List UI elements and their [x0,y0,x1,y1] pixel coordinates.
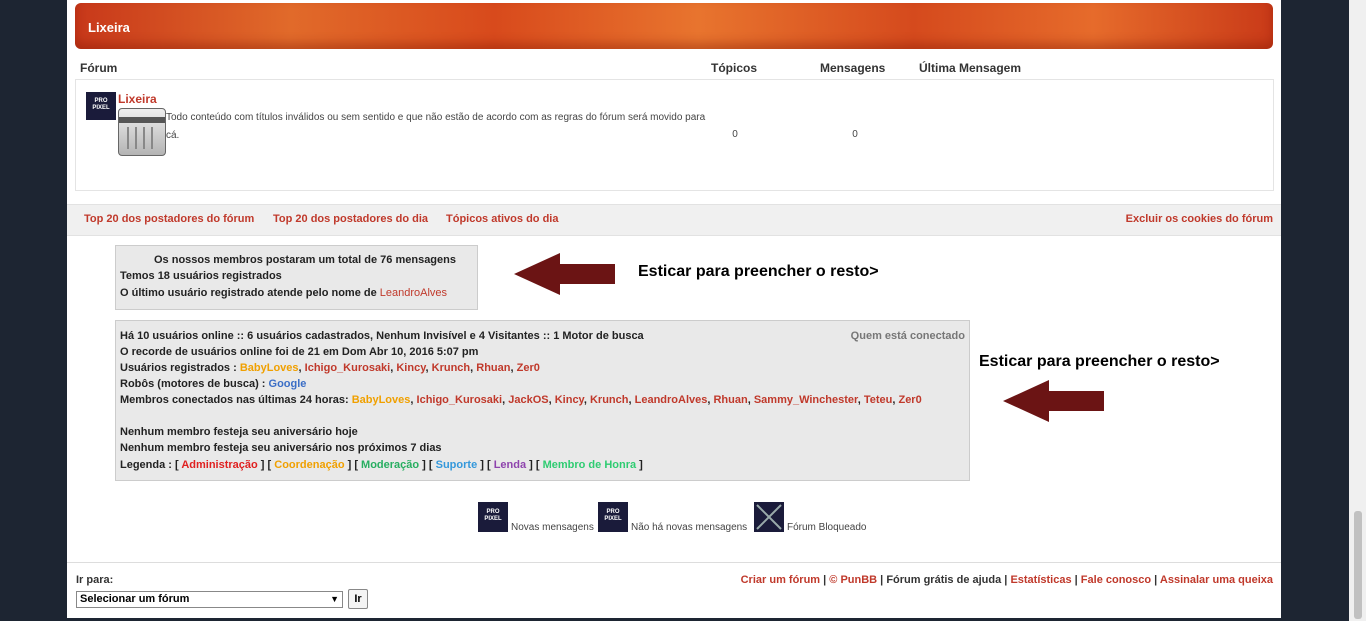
col-header-forum: Fórum [80,61,118,75]
col-header-last-message: Última Mensagem [919,61,1022,75]
free-forum-help: Fórum grátis de ajuda [886,574,1002,586]
statistics-link[interactable]: Estatísticas [1010,574,1071,586]
footer: Ir para: Selecionar um fórum ▼ Ir Criar u… [67,562,1281,618]
locked-forum-icon [754,502,784,532]
forum-icons-legend: PRO PIXEL Novas mensagens PRO PIXEL Não há… [477,502,897,534]
top20-day-link[interactable]: Top 20 dos postadores do dia [273,213,428,225]
user-link[interactable]: Ichigo_Kurosaki [305,362,391,374]
forum-select[interactable]: Selecionar um fórum ▼ [76,591,343,608]
user-link[interactable]: Sammy_Winchester [754,394,858,406]
new-messages-label: Novas mensagens [511,522,594,533]
stats-last-user: O último usuário registrado atende pelo … [120,287,447,299]
user-link[interactable]: JackOS [508,394,548,406]
user-link[interactable]: BabyLoves [240,362,299,374]
forum-select-value: Selecionar um fórum [80,593,190,605]
user-link[interactable]: Krunch [590,394,629,406]
user-link[interactable]: Zer0 [898,394,921,406]
online-record: O recorde de usuários online foi de 21 e… [120,346,479,358]
forum-link-lixeira[interactable]: Lixeira [118,92,157,106]
left-arrow-icon [1003,380,1104,422]
contact-link[interactable]: Fale conosco [1081,574,1151,586]
forum-topics-count: 0 [732,129,738,140]
bots-line: Robôs (motores de busca) : Google [120,378,306,390]
user-link[interactable]: BabyLoves [352,394,411,406]
scrollbar[interactable] [1349,0,1366,621]
annotation-stretch-2: Esticar para preencher o resto> [979,353,1220,370]
jump-label: Ir para: [76,574,114,586]
stats-last-user-label: O último usuário registrado atende pelo … [120,287,380,299]
user-link[interactable]: LeandroAlves [635,394,708,406]
legend-admin[interactable]: Administração [181,459,257,471]
legend-support[interactable]: Suporte [436,459,478,471]
stats-registered-users: Temos 18 usuários registrados [120,270,282,282]
col-header-messages: Mensagens [820,61,886,75]
user-link[interactable]: Zer0 [517,362,540,374]
go-button[interactable]: Ir [348,589,368,609]
bots-label: Robôs (motores de busca) : [120,378,269,390]
locked-forum-label: Fórum Bloqueado [787,522,867,533]
who-is-online-box: Há 10 usuários online :: 6 usuários cada… [115,320,970,481]
footer-links: Criar um fórum | © PunBB | Fórum grátis … [740,574,1273,586]
propixel-icon: PRO PIXEL [86,92,116,120]
no-new-messages-icon: PRO PIXEL [598,502,628,532]
punbb-link[interactable]: © PunBB [829,574,877,586]
legend-coordination[interactable]: Coordenação [274,459,344,471]
new-messages-icon: PRO PIXEL [478,502,508,532]
top20-link[interactable]: Top 20 dos postadores do fórum [84,213,254,225]
user-link[interactable]: Ichigo_Kurosaki [417,394,503,406]
stats-total-messages: Os nossos membros postaram um total de 7… [154,254,456,266]
legend-honor-member[interactable]: Membro de Honra [543,459,637,471]
forum-page: Lixeira Fórum Tópicos Mensagens Última M… [67,0,1281,618]
user-link[interactable]: Krunch [432,362,471,374]
registered-online-line: Usuários registrados : BabyLoves, Ichigo… [120,362,540,374]
user-link[interactable]: Rhuan [713,394,747,406]
left-arrow-icon [514,253,615,295]
last-user-link[interactable]: LeandroAlves [380,287,447,299]
annotation-stretch-1: Esticar para preencher o resto> [638,263,879,280]
category-title: Lixeira [88,20,130,35]
no-new-messages-label: Não há novas mensagens [631,522,748,533]
col-header-topics: Tópicos [711,61,758,75]
registered-label: Usuários registrados : [120,362,240,374]
last24-line: Membros conectados nas últimas 24 horas:… [120,394,922,406]
user-link[interactable]: Kincy [555,394,584,406]
birthday-today: Nenhum membro festeja seu aniversário ho… [120,426,358,438]
user-link[interactable]: Kincy [396,362,425,374]
legend-line: Legenda : [ Administração ] [ Coordenaçã… [120,459,643,471]
category-header: Lixeira [75,3,1273,49]
legend-moderation[interactable]: Moderação [361,459,419,471]
user-link[interactable]: Rhuan [476,362,510,374]
forum-description: Todo conteúdo com títulos inválidos ou s… [166,112,706,141]
who-is-online-link[interactable]: Quem está conectado [851,330,965,342]
legend-legend[interactable]: Lenda [494,459,526,471]
report-complaint-link[interactable]: Assinalar uma queixa [1160,574,1273,586]
active-topics-link[interactable]: Tópicos ativos do dia [446,213,558,225]
delete-cookies-link[interactable]: Excluir os cookies do fórum [1126,213,1273,225]
chevron-down-icon: ▼ [330,594,339,604]
user-link[interactable]: Teteu [864,394,893,406]
link-bar: Top 20 dos postadores do fórum Top 20 do… [67,204,1281,236]
last24-label: Membros conectados nas últimas 24 horas: [120,394,352,406]
birthday-week: Nenhum membro festeja seu aniversário no… [120,442,442,454]
forum-row: PRO PIXEL Lixeira Todo conteúdo com títul… [75,79,1274,191]
create-forum-link[interactable]: Criar um fórum [741,574,820,586]
stats-box: Os nossos membros postaram um total de 7… [115,245,478,310]
trash-icon [118,108,166,156]
forum-messages-count: 0 [852,129,858,140]
online-summary: Há 10 usuários online :: 6 usuários cada… [120,330,644,342]
google-bot: Google [268,378,307,390]
scrollbar-thumb[interactable] [1354,511,1362,619]
legend-label: Legenda : [120,459,176,471]
